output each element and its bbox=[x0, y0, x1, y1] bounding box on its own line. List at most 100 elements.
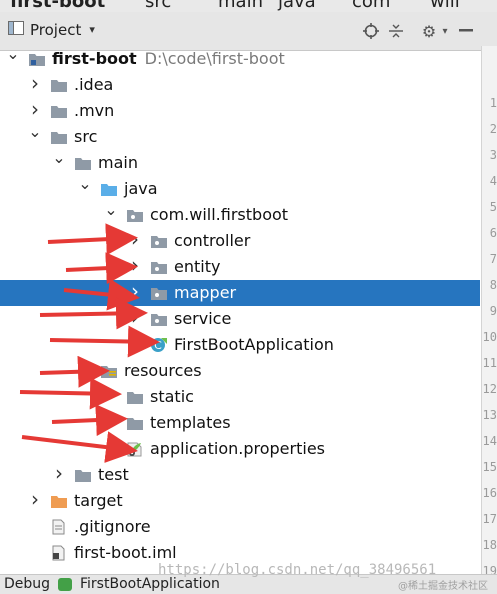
line-number: 13 bbox=[482, 408, 497, 422]
chevron-down-icon[interactable]: ▾ bbox=[434, 20, 456, 42]
chevron-down-icon[interactable]: ⌄ bbox=[28, 122, 42, 141]
chevron-right-icon[interactable]: › bbox=[28, 97, 42, 121]
module-path: D:\code\first-boot bbox=[144, 49, 285, 68]
folder-icon bbox=[74, 467, 92, 483]
line-number: 14 bbox=[482, 434, 497, 448]
breadcrumb-item[interactable]: main bbox=[218, 0, 263, 12]
chevron-down-icon[interactable]: ⌄ bbox=[6, 44, 20, 63]
breadcrumb-item[interactable]: will bbox=[430, 0, 460, 12]
breadcrumb-label: will bbox=[430, 0, 460, 12]
tree-row[interactable]: templates bbox=[0, 410, 480, 436]
project-view-title: Project bbox=[30, 20, 82, 39]
tree-row[interactable]: application.properties bbox=[0, 436, 480, 462]
tree-item-label: target bbox=[74, 491, 123, 510]
chevron-down-icon[interactable]: ⌄ bbox=[52, 148, 66, 167]
tree-item-label: service bbox=[174, 309, 231, 328]
tree-row[interactable]: .gitignore bbox=[0, 514, 480, 540]
chevron-down-icon[interactable]: ▾ bbox=[89, 23, 95, 36]
package-icon bbox=[126, 207, 144, 223]
hide-window-icon[interactable] bbox=[455, 20, 477, 42]
tree-row[interactable]: ⌄ com.will.firstboot bbox=[0, 200, 480, 228]
chevron-right-icon[interactable]: › bbox=[128, 227, 142, 251]
tree-row[interactable]: › .idea bbox=[0, 71, 480, 98]
tree-item-label: templates bbox=[150, 413, 231, 432]
project-view-selector[interactable]: Project ▾ bbox=[8, 20, 95, 39]
breadcrumb-item[interactable]: first-boot bbox=[10, 0, 105, 12]
line-number: 7 bbox=[489, 252, 497, 266]
file-icon bbox=[50, 519, 68, 535]
tree-item-name: target bbox=[74, 491, 123, 510]
module-folder-icon bbox=[28, 51, 46, 67]
breadcrumb-item[interactable]: src bbox=[145, 0, 171, 12]
line-number: 9 bbox=[489, 304, 497, 318]
tree-item-name: application.properties bbox=[150, 439, 325, 458]
editor-tab-strip bbox=[481, 12, 497, 50]
tree-item-name: .idea bbox=[74, 75, 114, 94]
tree-row[interactable]: › target bbox=[0, 487, 480, 514]
spring-properties-icon bbox=[126, 441, 144, 457]
line-number: 8 bbox=[489, 278, 497, 292]
tree-row[interactable]: ⌄ first-boot D:\code\first-boot bbox=[0, 44, 480, 72]
folder-icon bbox=[50, 77, 68, 93]
line-number: 16 bbox=[482, 486, 497, 500]
tree-item-label: mapper bbox=[174, 283, 236, 302]
tree-item-name: .gitignore bbox=[74, 517, 151, 536]
line-number: 3 bbox=[489, 148, 497, 162]
tree-item-label: src bbox=[74, 127, 97, 146]
locate-file-icon[interactable] bbox=[360, 20, 382, 42]
tree-item-name: src bbox=[74, 127, 98, 146]
breadcrumb-item[interactable]: com bbox=[352, 0, 390, 12]
chevron-right-icon[interactable]: › bbox=[128, 305, 142, 329]
chevron-right-icon[interactable]: › bbox=[128, 253, 142, 277]
tree-item-name: com.will.firstboot bbox=[150, 205, 289, 224]
tree-row[interactable]: ⌄ main bbox=[0, 148, 480, 176]
tree-row[interactable]: › service bbox=[0, 305, 480, 332]
debug-tab[interactable]: Debug bbox=[4, 576, 50, 592]
tree-item-label: resources bbox=[124, 361, 202, 380]
chevron-right-icon[interactable]: › bbox=[28, 487, 42, 511]
tree-row[interactable]: › controller bbox=[0, 227, 480, 254]
tree-item-name: mapper bbox=[174, 283, 237, 302]
tree-row[interactable]: ⌄ resources bbox=[0, 356, 480, 384]
chevron-right-icon[interactable]: › bbox=[28, 71, 42, 95]
tree-item-label: entity bbox=[174, 257, 220, 276]
excluded-folder-icon bbox=[50, 493, 68, 509]
folder-icon bbox=[126, 415, 144, 431]
project-window-icon bbox=[8, 20, 24, 39]
tree-row[interactable]: ⌄ java bbox=[0, 174, 480, 202]
tree-item-label: main bbox=[98, 153, 138, 172]
collapse-all-icon[interactable] bbox=[385, 20, 407, 42]
line-number: 4 bbox=[489, 174, 497, 188]
chevron-down-icon[interactable]: ⌄ bbox=[78, 174, 92, 193]
chevron-down-icon[interactable]: ⌄ bbox=[78, 356, 92, 375]
chevron-right-icon[interactable]: › bbox=[52, 461, 66, 485]
tree-item-name: main bbox=[98, 153, 138, 172]
line-number: 6 bbox=[489, 226, 497, 240]
package-icon bbox=[150, 259, 168, 275]
source-folder-icon bbox=[100, 181, 118, 197]
line-number: 2 bbox=[489, 122, 497, 136]
tree-row[interactable]: › .mvn bbox=[0, 97, 480, 124]
breadcrumb-item[interactable]: java bbox=[278, 0, 316, 12]
line-number: 11 bbox=[482, 356, 497, 370]
chevron-right-icon[interactable]: › bbox=[128, 279, 142, 303]
tree-row[interactable]: C FirstBootApplication bbox=[0, 332, 480, 358]
tree-row[interactable]: › mapper bbox=[0, 279, 480, 306]
tree-item-name: FirstBootApplication bbox=[174, 335, 334, 354]
tree-item-label: java bbox=[124, 179, 158, 198]
breadcrumb-label: src bbox=[145, 0, 172, 12]
tree-row[interactable]: static bbox=[0, 384, 480, 410]
tree-item-name: entity bbox=[174, 257, 221, 276]
chevron-down-icon[interactable]: ⌄ bbox=[104, 200, 118, 219]
tree-row[interactable]: › entity bbox=[0, 253, 480, 280]
line-number: 12 bbox=[482, 382, 497, 396]
tree-item-name: resources bbox=[124, 361, 202, 380]
package-icon bbox=[150, 285, 168, 301]
tree-item-label: .idea bbox=[74, 75, 113, 94]
tree-row[interactable]: › test bbox=[0, 461, 480, 488]
folder-icon bbox=[50, 103, 68, 119]
tree-item-label: FirstBootApplication bbox=[174, 335, 334, 354]
tree-row[interactable]: ⌄ src bbox=[0, 122, 480, 150]
breadcrumb-label: java bbox=[278, 0, 316, 12]
run-configuration-label[interactable]: FirstBootApplication bbox=[80, 576, 220, 592]
